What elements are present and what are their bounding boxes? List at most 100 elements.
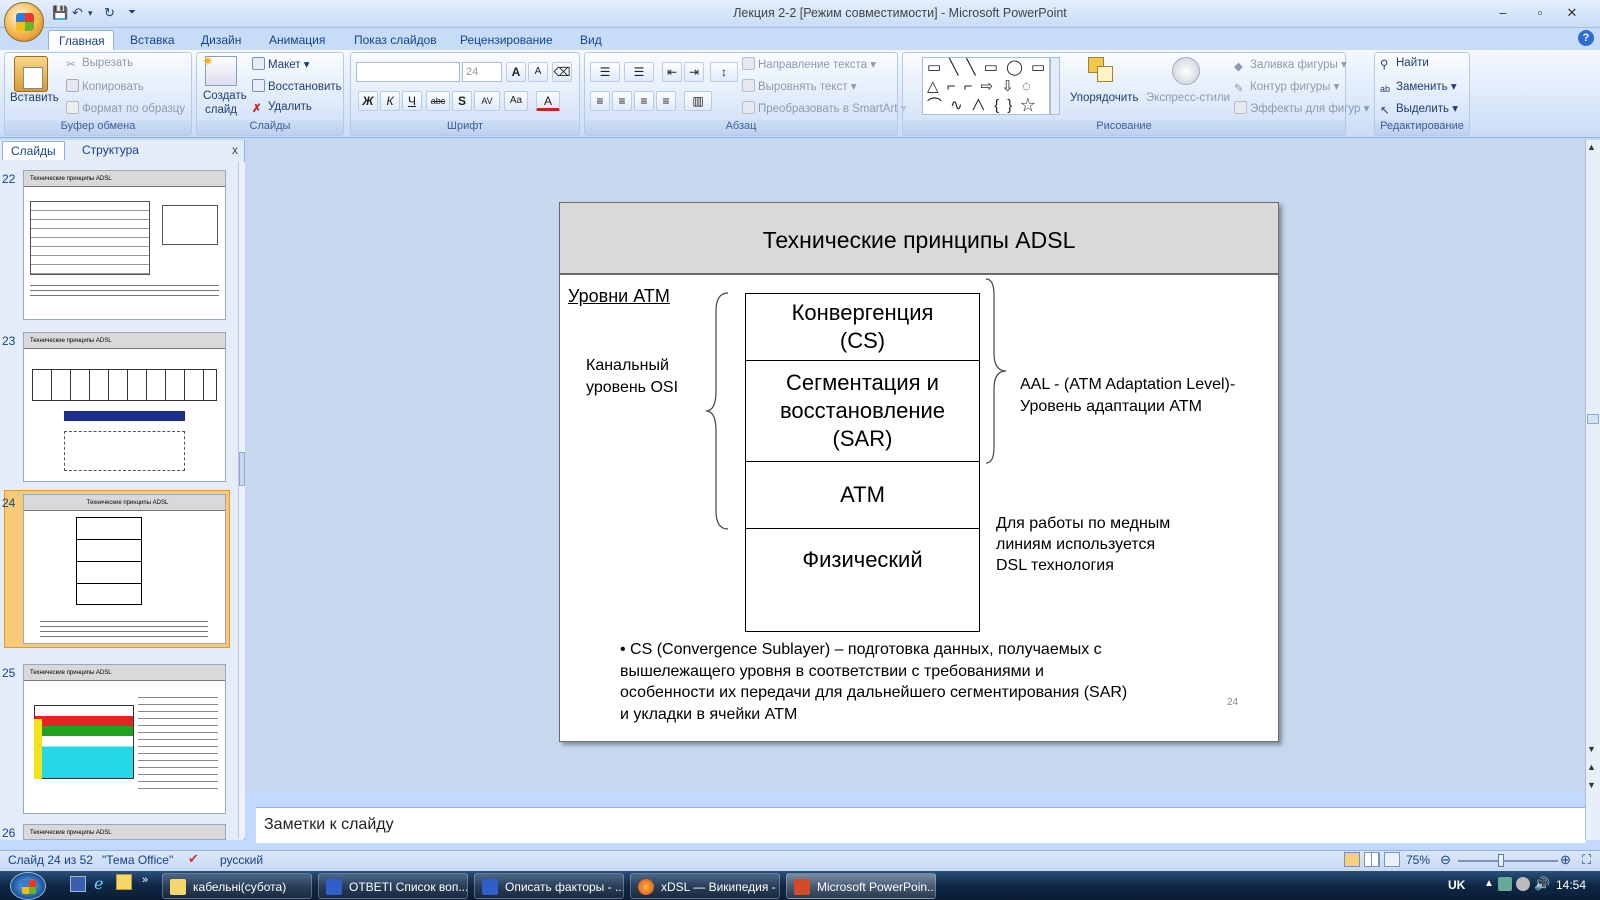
- tab-design[interactable]: Дизайн: [191, 30, 251, 50]
- volume-icon[interactable]: 🔊: [1534, 876, 1550, 892]
- dsl-line3[interactable]: DSL технология: [996, 557, 1114, 575]
- font-color-button[interactable]: A: [536, 91, 560, 111]
- new-slide-icon[interactable]: ✷: [202, 53, 237, 86]
- slide-thumbnail-24[interactable]: Технические принципы ADSL: [23, 494, 226, 644]
- arrange-icon[interactable]: [1088, 57, 1114, 83]
- osi-label-line2[interactable]: уровень OSI: [586, 379, 678, 397]
- decrease-indent-icon[interactable]: ⇤: [662, 62, 682, 82]
- more-icon[interactable]: »: [142, 874, 148, 886]
- taskbar-item-word-2[interactable]: Описать факторы - ...: [474, 873, 624, 899]
- atm-levels-heading[interactable]: Уровни ATM: [568, 286, 670, 307]
- copy-button[interactable]: Копировать: [66, 79, 144, 93]
- layout-button[interactable]: Макет ▾: [252, 57, 310, 71]
- tab-outline[interactable]: Структура: [74, 141, 147, 160]
- osi-label-line1[interactable]: Канальный: [586, 357, 669, 375]
- cs-description[interactable]: • CS (Convergence Sublayer) – подготовка…: [620, 639, 1127, 725]
- tab-home[interactable]: Главная: [48, 30, 114, 50]
- quick-styles-icon[interactable]: [1172, 57, 1200, 85]
- columns-icon[interactable]: ▥: [684, 91, 712, 111]
- tray-expand-icon[interactable]: ▲: [1484, 878, 1494, 889]
- aal-line1[interactable]: AAL - (ATM Adaptation Level)-: [1020, 376, 1235, 394]
- slide-thumbnail-25[interactable]: Технические принципы ADSL: [23, 664, 226, 814]
- shape-outline-button[interactable]: ✎ Контур фигуры ▾: [1234, 79, 1339, 95]
- cut-button[interactable]: ✂ Вырезать: [66, 57, 133, 71]
- network-icon[interactable]: [1498, 877, 1512, 891]
- layer-sar-box[interactable]: Сегментация и восстановление (SAR): [745, 360, 980, 462]
- delete-slide-button[interactable]: ✗ Удалить: [252, 101, 312, 115]
- scroll-down-icon[interactable]: ▼: [1587, 744, 1596, 754]
- help-icon[interactable]: ?: [1578, 30, 1594, 46]
- layer-cs-box[interactable]: Конвергенция (CS): [745, 293, 980, 361]
- tab-slideshow[interactable]: Показ слайдов: [344, 30, 447, 50]
- clear-format-icon[interactable]: ⌫: [552, 62, 572, 82]
- replace-button[interactable]: ab Заменить ▾: [1380, 79, 1457, 97]
- ie-icon[interactable]: ℯ: [94, 874, 103, 894]
- justify-icon[interactable]: ≡: [656, 91, 676, 111]
- dsl-line1[interactable]: Для работы по медным: [996, 515, 1170, 533]
- slide-thumbnail-22[interactable]: Технические принципы ADSL: [23, 170, 226, 320]
- clock[interactable]: 14:54: [1556, 878, 1586, 892]
- taskbar-item-powerpoint[interactable]: Microsoft PowerPoin...: [786, 873, 936, 899]
- layer-physical-box[interactable]: Физический: [745, 528, 980, 632]
- close-pane-icon[interactable]: x: [232, 143, 238, 157]
- char-spacing-button[interactable]: AV: [474, 91, 500, 111]
- bold-button[interactable]: Ж: [358, 91, 378, 111]
- spellcheck-icon[interactable]: ✔: [188, 851, 199, 867]
- underline-button[interactable]: Ч: [402, 91, 422, 111]
- align-text-button[interactable]: Выровнять текст ▾: [742, 79, 857, 93]
- quick-styles-button[interactable]: Экспресс-стили: [1146, 92, 1230, 104]
- redo-icon[interactable]: ↻: [104, 5, 115, 21]
- undo-dropdown[interactable]: ▾: [88, 8, 93, 19]
- shape-fill-button[interactable]: ◆ Заливка фигуры ▾: [1234, 57, 1347, 73]
- tab-view[interactable]: Вид: [570, 30, 612, 50]
- notes-pane[interactable]: Заметки к слайду: [256, 807, 1586, 843]
- normal-view-icon[interactable]: [1344, 852, 1360, 867]
- theme-name[interactable]: "Тема Office": [102, 853, 173, 867]
- bullets-icon[interactable]: ☰: [590, 62, 620, 82]
- office-button[interactable]: [4, 2, 44, 42]
- paste-button[interactable]: Вставить: [10, 92, 59, 104]
- maximize-button[interactable]: ▫: [1526, 2, 1554, 24]
- slide-canvas[interactable]: Технические принципы ADSL Уровни ATM Кан…: [559, 202, 1279, 742]
- layer-atm-box[interactable]: ATM: [745, 461, 980, 529]
- pane-scrollbar[interactable]: [238, 162, 245, 838]
- tab-animation[interactable]: Анимация: [259, 30, 335, 50]
- arrange-button[interactable]: Упорядочить: [1070, 92, 1138, 104]
- zoom-slider-thumb[interactable]: [1498, 854, 1504, 867]
- customize-qat-icon[interactable]: ⏷: [128, 7, 136, 18]
- line-spacing-icon[interactable]: ↕: [710, 62, 738, 82]
- tab-slides[interactable]: Слайды: [2, 141, 65, 160]
- italic-button[interactable]: К: [380, 91, 400, 111]
- slide-title[interactable]: Технические принципы ADSL: [560, 227, 1278, 254]
- vertical-scrollbar[interactable]: ▲ ▼ ▲ ▼: [1585, 140, 1600, 840]
- close-button[interactable]: ✕: [1558, 2, 1586, 24]
- keyboard-language[interactable]: UK: [1448, 878, 1465, 892]
- shadow-button[interactable]: S: [452, 91, 472, 111]
- prev-slide-icon[interactable]: ▲: [1587, 762, 1596, 772]
- undo-icon[interactable]: ↶: [72, 5, 83, 21]
- language-indicator[interactable]: русский: [220, 853, 263, 867]
- fit-slide-icon[interactable]: ⛶: [1582, 852, 1591, 868]
- increase-indent-icon[interactable]: ⇥: [684, 62, 704, 82]
- change-case-button[interactable]: Aa: [504, 91, 528, 111]
- show-desktop-icon[interactable]: [70, 876, 86, 892]
- format-painter-button[interactable]: Формат по образцу: [66, 101, 185, 115]
- shape-effects-button[interactable]: Эффекты для фигур ▾: [1234, 101, 1369, 115]
- taskbar-item-folder[interactable]: кабельні(субота): [162, 873, 312, 899]
- grow-font-button[interactable]: A: [506, 62, 526, 82]
- slide-sorter-icon[interactable]: [1364, 852, 1380, 867]
- folder-icon[interactable]: [116, 874, 132, 890]
- scroll-up-icon[interactable]: ▲: [1587, 142, 1596, 152]
- find-button[interactable]: ⚲ Найти: [1380, 57, 1429, 71]
- text-direction-button[interactable]: Направление текста ▾: [742, 57, 876, 71]
- zoom-slider[interactable]: [1458, 854, 1558, 867]
- taskbar-item-word-1[interactable]: ОТВЕТІ Список воп...: [318, 873, 468, 899]
- taskbar-item-firefox[interactable]: xDSL — Википедия - ...: [630, 873, 780, 899]
- save-icon[interactable]: 💾: [52, 5, 68, 21]
- tray-app-icon[interactable]: [1516, 877, 1530, 891]
- shapes-gallery[interactable]: ▭ ╲ ╲ ▭ ◯ ▭ △ ⌐ ⌐ ⇨ ⇩ ◌ ⌒ ∿ ∧ { } ☆: [922, 57, 1050, 115]
- zoom-level[interactable]: 75%: [1406, 853, 1430, 867]
- slide-thumbnail-23[interactable]: Технические принципы ADSL: [23, 332, 226, 482]
- paste-icon[interactable]: [14, 56, 48, 92]
- slideshow-view-icon[interactable]: [1384, 852, 1400, 867]
